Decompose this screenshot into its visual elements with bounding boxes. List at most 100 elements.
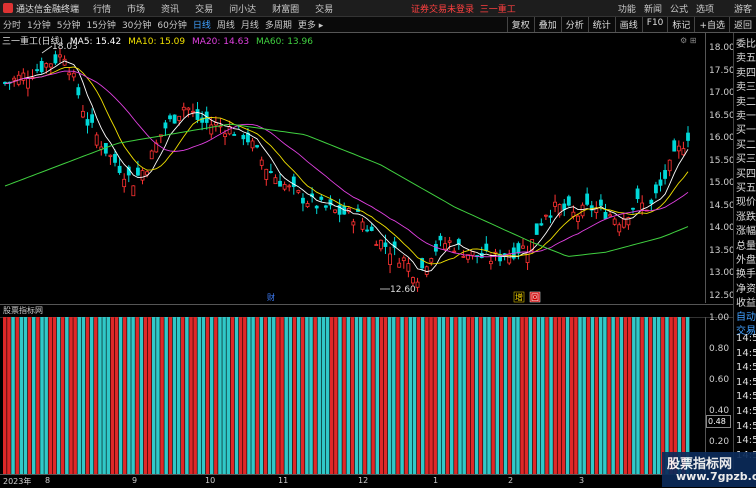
period-tab-4[interactable]: 30分钟 <box>119 18 154 31</box>
indicator-bar <box>574 317 578 474</box>
candle <box>39 57 44 74</box>
indicator-bar <box>379 317 384 474</box>
menu-quotes[interactable]: 行情 <box>93 2 111 15</box>
tool-button-4[interactable]: 画线 <box>614 17 642 32</box>
period-tab-8[interactable]: 月线 <box>238 18 262 31</box>
indicator-bar <box>276 317 280 474</box>
candle <box>562 198 567 217</box>
candle <box>543 214 548 220</box>
period-tab-2[interactable]: 5分钟 <box>54 18 84 31</box>
indicator-bar <box>267 317 272 474</box>
chart-settings-icons[interactable]: ⚙ ⊞ <box>680 36 696 45</box>
indicator-bar <box>458 317 462 474</box>
candle <box>282 181 287 192</box>
candle <box>663 164 667 185</box>
tool-button-6[interactable]: 标记 <box>667 17 694 32</box>
tool-button-1[interactable]: 叠加 <box>533 17 561 32</box>
indicator-bar <box>673 317 677 474</box>
price-tick: 16.50 <box>709 110 735 121</box>
quote-label: 委比 <box>736 39 756 50</box>
menu-trade-2[interactable]: 交易 <box>315 2 333 15</box>
period-tab-3[interactable]: 15分钟 <box>83 18 118 31</box>
indicator-bar <box>437 317 442 474</box>
tool-button-8[interactable]: 返回 <box>728 17 756 32</box>
low-annotation: 12.60 <box>390 285 416 295</box>
tool-button-5[interactable]: F10 <box>641 17 668 32</box>
candle <box>259 156 264 170</box>
indicator-bar <box>495 317 500 474</box>
candle <box>90 108 94 128</box>
period-tab-6[interactable]: 日线 <box>190 18 214 31</box>
tool-button-7[interactable]: +自选 <box>694 17 729 32</box>
indicator-bar <box>354 317 359 474</box>
indicator-bar <box>218 317 222 474</box>
period-tab-7[interactable]: 周线 <box>214 18 238 31</box>
indicator-bar <box>321 317 326 474</box>
indicator-bar <box>205 317 210 474</box>
price-tick: 17.00 <box>709 88 735 98</box>
quote-label: 外盘 <box>736 255 756 266</box>
marker-hui[interactable]: 回 <box>529 291 541 303</box>
menu-function[interactable]: 功能 <box>618 2 636 15</box>
candle <box>351 218 356 234</box>
indicator-bar <box>627 317 632 474</box>
indicator-bar <box>197 317 202 474</box>
watermark-url: www.7gpzb.com <box>676 470 756 483</box>
candle <box>342 202 347 215</box>
indicator-bar <box>466 317 471 474</box>
menu-wealth[interactable]: 财富圈 <box>272 2 299 15</box>
candle <box>365 225 370 233</box>
quote-label: 涨幅 <box>736 226 756 238</box>
indicator-bar <box>176 317 181 474</box>
candlestick-chart[interactable]: 18.0312.60财增回 <box>0 33 705 303</box>
menu-trade[interactable]: 交易 <box>195 2 213 15</box>
candle <box>415 277 420 292</box>
indicator-bar <box>491 317 495 474</box>
quote-label: 卖五 <box>736 53 756 65</box>
menu-ask[interactable]: 问小达 <box>229 2 256 15</box>
price-axis: 18.00 17.50 17.00 16.50 16.00 15.50 15.00 14.50… <box>705 33 735 303</box>
indicator-chart[interactable] <box>0 317 705 474</box>
menu-formula[interactable]: 公式 <box>670 2 688 15</box>
indicator-bar <box>528 317 533 474</box>
indicator-bar <box>296 317 301 474</box>
candle <box>163 119 168 136</box>
indicator-bar <box>127 317 131 474</box>
marker-cai[interactable]: 财 <box>266 292 276 302</box>
quote-label: 买四 <box>736 168 756 180</box>
login-warning[interactable]: 证券交易未登录 三一重工 <box>411 2 516 15</box>
ma10-line <box>4 66 689 265</box>
indicator-title-bar: 股票指标网 <box>0 304 733 318</box>
candle <box>172 114 177 124</box>
indicator-bar <box>118 317 123 474</box>
menu-market[interactable]: 市场 <box>127 2 145 15</box>
period-tab-5[interactable]: 60分钟 <box>154 18 189 31</box>
indicator-bar <box>77 317 82 474</box>
indicator-bar <box>507 317 512 474</box>
menu-news-right[interactable]: 新闻 <box>644 2 662 15</box>
candle <box>94 132 99 149</box>
indicator-bar <box>81 317 86 474</box>
indicator-bar <box>342 317 346 474</box>
date-tick: 12 <box>358 476 369 485</box>
menu-news[interactable]: 资讯 <box>161 2 179 15</box>
tool-button-3[interactable]: 统计 <box>587 17 615 32</box>
indicator-bar <box>636 317 640 474</box>
tool-button-0[interactable]: 复权 <box>506 17 534 32</box>
menu-options[interactable]: 选项 <box>696 2 714 15</box>
ma10-label: MA10: 15.09 <box>128 37 186 47</box>
indicator-bar <box>272 317 276 474</box>
tool-button-2[interactable]: 分析 <box>560 17 588 32</box>
indicator-bar <box>445 317 450 474</box>
indicator-bar <box>147 317 152 474</box>
menu-guest[interactable]: 游客 <box>734 2 752 15</box>
period-tab-1[interactable]: 1分钟 <box>24 18 54 31</box>
candle <box>553 194 557 213</box>
period-tab-9[interactable]: 多周期 <box>262 18 295 31</box>
marker-zeng[interactable]: 增 <box>513 291 525 303</box>
candle <box>429 257 434 266</box>
candle <box>108 154 113 165</box>
candle <box>608 211 612 218</box>
period-tab-10[interactable]: 更多 ▸ <box>295 18 326 31</box>
period-tab-0[interactable]: 分时 <box>0 18 24 31</box>
